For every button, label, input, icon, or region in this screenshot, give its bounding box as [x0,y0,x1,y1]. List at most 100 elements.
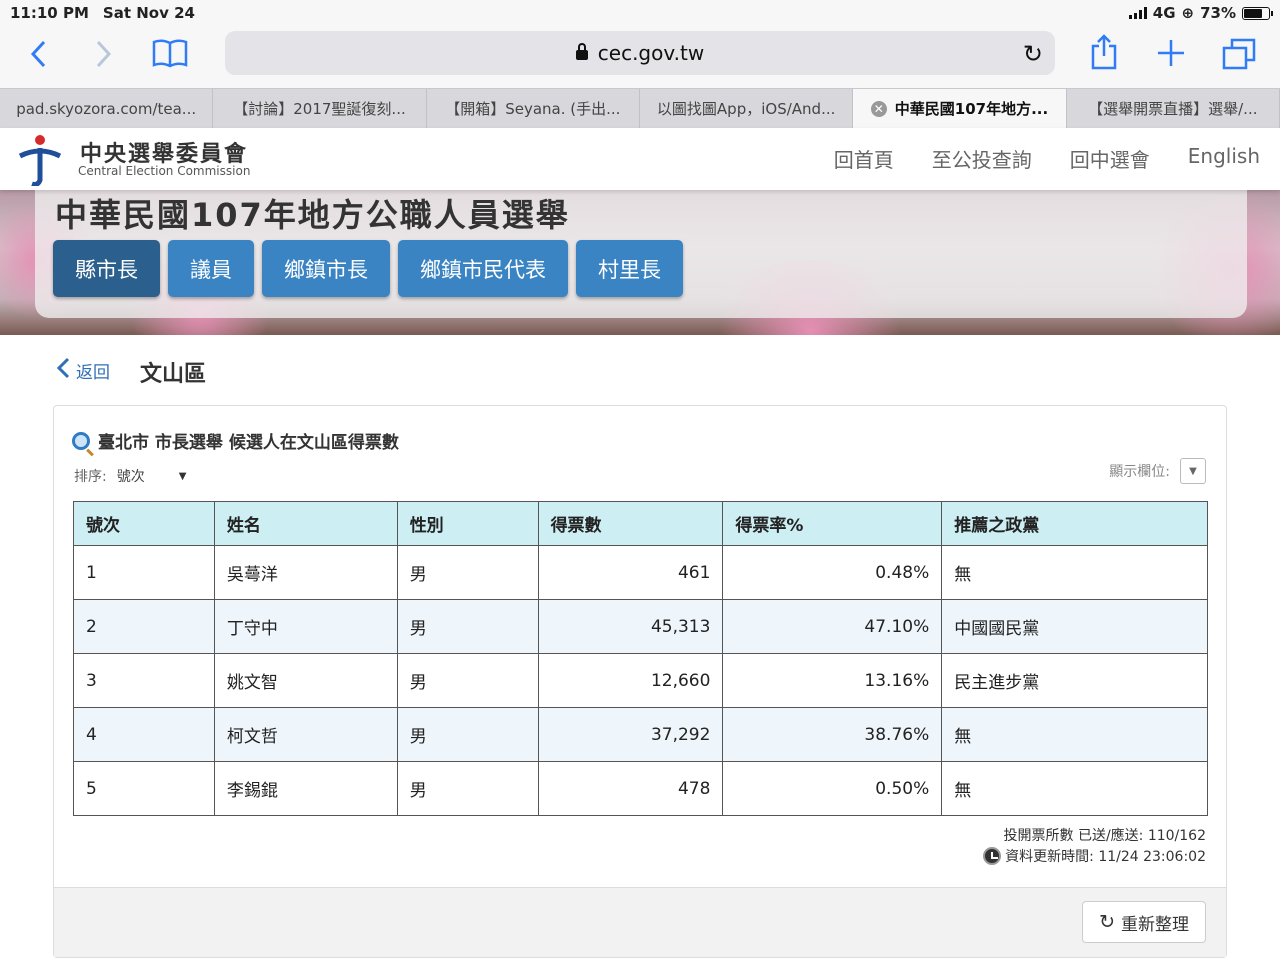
tabs-overview-icon[interactable] [1222,38,1256,76]
cell-vote-rate: 47.10% [722,599,943,654]
status-time: 11:10 PM [10,4,89,22]
header-name[interactable]: 姓名 [213,501,398,546]
battery-label: 73% [1200,4,1236,22]
refresh-label: 重新整理 [1121,914,1189,935]
card-footer: ↻ 重新整理 [54,887,1226,957]
cell-party: 無 [941,707,1208,762]
table-row: 1 吳蕚洋 男 461 0.48% 無 [73,545,1208,600]
cell-votes: 478 [537,761,724,816]
cell-number: 4 [73,707,215,762]
header-party[interactable]: 推薦之政黨 [941,501,1208,546]
browser-tab[interactable]: 【選舉開票直播】選舉/... [1067,89,1280,128]
signal-icon [1128,7,1147,19]
tab-village-chief[interactable]: 村里長 [576,240,683,297]
cell-name: 丁守中 [213,599,398,654]
browser-tab[interactable]: 【討論】2017聖誕復刻... [213,89,427,128]
search-icon [72,431,90,450]
cell-vote-rate: 0.50% [722,761,943,816]
cell-votes: 45,313 [537,599,724,654]
new-tab-icon[interactable] [1156,38,1186,74]
sort-label: 排序: [74,469,107,485]
results-table: 號次 姓名 性別 得票數 得票率% 推薦之政黨 1 吳蕚洋 男 461 0.48… [73,501,1208,816]
status-date: Sat Nov 24 [102,4,195,22]
bookmarks-icon[interactable] [152,38,188,74]
columns-dropdown-button[interactable]: ▼ [1180,458,1206,484]
cell-party: 無 [941,761,1208,816]
cec-logo[interactable] [18,134,62,186]
banner: 中華民國107年地方公職人員選舉 縣市長 議員 鄉鎮市長 鄉鎮市民代表 村里長 [0,190,1280,335]
cell-number: 1 [73,545,215,600]
close-tab-icon[interactable]: ✕ [870,100,887,117]
refresh-icon: ↻ [1099,911,1115,933]
update-time: 資料更新時間: 11/24 23:06:02 [1005,849,1206,865]
cell-number: 2 [73,599,215,654]
url-text: cec.gov.tw [597,41,705,65]
share-icon[interactable] [1090,34,1118,76]
refresh-button[interactable]: ↻ 重新整理 [1082,901,1206,943]
table-row: 5 李錫錕 男 478 0.50% 無 [73,761,1208,816]
cell-name: 柯文哲 [213,707,398,762]
nav-referendum[interactable]: 至公投查詢 [932,144,1032,173]
network-label: 4G [1152,4,1176,22]
table-row: 3 姚文智 男 12,660 13.16% 民主進步黨 [73,653,1208,708]
cell-gender: 男 [396,653,539,708]
header-votes[interactable]: 得票數 [537,501,724,546]
cell-gender: 男 [396,707,539,762]
tab-township-mayor[interactable]: 鄉鎮市長 [262,240,390,297]
page-title: 文山區 [140,362,207,387]
site-header: 中央選舉委員會 Central Election Commission 回首頁 … [0,128,1280,190]
table-header-row: 號次 姓名 性別 得票數 得票率% 推薦之政黨 [73,501,1208,546]
nav-cec[interactable]: 回中選會 [1070,144,1150,173]
browser-tab[interactable]: pad.skyozora.com/tea... [0,89,214,128]
header-number[interactable]: 號次 [73,501,215,546]
nav-home[interactable]: 回首頁 [834,144,894,173]
sort-value[interactable]: 號次 [117,466,179,486]
cell-votes: 461 [537,545,724,600]
cell-gender: 男 [396,761,539,816]
cell-name: 姚文智 [213,653,398,708]
cell-votes: 37,292 [537,707,724,762]
cell-number: 3 [73,653,215,708]
battery-icon [1242,6,1273,20]
clock-icon [983,847,1002,865]
tab-councilor[interactable]: 議員 [168,240,254,297]
nav-english[interactable]: English [1188,144,1260,173]
tab-mayor[interactable]: 縣市長 [53,240,160,297]
columns-control: 顯示欄位: ▼ [1109,458,1206,484]
back-icon[interactable] [30,40,46,74]
cell-number: 5 [73,761,215,816]
table-row: 4 柯文哲 男 37,292 38.76% 無 [73,707,1208,762]
cell-vote-rate: 13.16% [722,653,943,708]
lock-rotation-icon: ⊕ [1181,4,1195,22]
header-gender[interactable]: 性別 [396,501,539,546]
header-vote-rate[interactable]: 得票率% [722,501,943,546]
cell-vote-rate: 38.76% [722,707,943,762]
browser-tab[interactable]: 以圖找圖App，iOS/And... [640,89,854,128]
stations-count: 投開票所數 已送/應送: 110/162 [1003,828,1207,844]
reload-icon[interactable]: ↻ [1023,40,1043,68]
cell-party: 民主進步黨 [941,653,1208,708]
results-card: 臺北市 市長選舉 候選人在文山區得票數 排序: 號次 ▼ 顯示欄位: ▼ 號次 … [53,405,1227,958]
browser-toolbar: cec.gov.tw ↻ [0,26,1280,88]
banner-title: 中華民國107年地方公職人員選舉 [55,196,570,234]
results-meta: 投開票所數 已送/應送: 110/162 資料更新時間: 11/24 23:06… [983,826,1206,868]
logo-text-en: Central Election Commission [78,164,251,178]
chevron-left-icon [56,356,70,384]
cell-name: 吳蕚洋 [213,545,398,600]
browser-tab-active[interactable]: ✕ 中華民國107年地方... [853,89,1067,128]
site-nav: 回首頁 至公投查詢 回中選會 English [834,144,1260,173]
category-tabs: 縣市長 議員 鄉鎮市長 鄉鎮市民代表 村里長 [53,240,683,297]
address-bar[interactable]: cec.gov.tw ↻ [225,31,1055,75]
forward-icon[interactable] [96,40,112,74]
browser-tab[interactable]: 【開箱】Seyana. (手出... [427,89,640,128]
tab-township-representative[interactable]: 鄉鎮市民代表 [398,240,568,297]
cell-gender: 男 [396,599,539,654]
card-title: 臺北市 市長選舉 候選人在文山區得票數 [72,428,399,453]
cell-name: 李錫錕 [213,761,398,816]
columns-label: 顯示欄位: [1109,464,1170,480]
back-link[interactable]: 返回 [56,356,110,384]
cell-votes: 12,660 [537,653,724,708]
sort-control[interactable]: 排序: 號次 ▼ [74,466,186,486]
dropdown-arrow-icon[interactable]: ▼ [179,471,187,482]
cell-gender: 男 [396,545,539,600]
